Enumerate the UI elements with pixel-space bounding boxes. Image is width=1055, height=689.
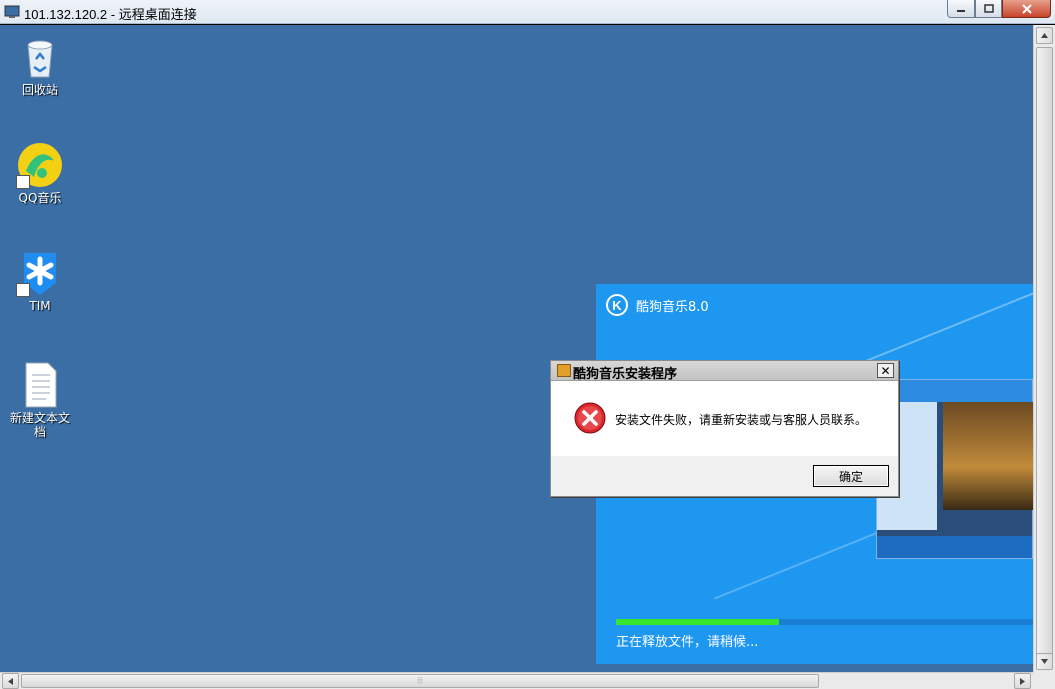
remote-desktop-titlebar[interactable]: 101.132.120.2 - 远程桌面连接: [0, 0, 1055, 24]
horizontal-scrollbar[interactable]: ⦙⦙⦙: [0, 672, 1055, 689]
error-dialog[interactable]: 酷狗音乐安装程序 ✕ 安装文件失败，请重新安装或与客服人员联系。 确定: [550, 360, 899, 497]
close-button[interactable]: [1002, 0, 1051, 18]
install-status-text: 正在释放文件，请稍候...: [616, 635, 759, 650]
text-document-icon: [16, 361, 64, 409]
tim-icon: [16, 249, 64, 297]
ok-button[interactable]: 确定: [813, 465, 889, 487]
install-progress-fill: [616, 619, 779, 625]
vertical-scroll-thumb[interactable]: [1036, 47, 1053, 665]
arrow-right-icon: [1020, 677, 1025, 685]
shortcut-arrow-icon: [16, 283, 30, 297]
scroll-up-button[interactable]: [1036, 27, 1053, 44]
install-progress-bar: [616, 619, 1033, 625]
dialog-close-button[interactable]: ✕: [877, 363, 894, 378]
app-preview-image: [876, 379, 1033, 559]
desktop-icon-label: 回收站: [21, 83, 58, 97]
vertical-scrollbar[interactable]: [1033, 25, 1055, 672]
desktop-icon-text-document[interactable]: 新建文本文档: [5, 361, 75, 439]
desktop-icon-recycle-bin[interactable]: 回收站: [5, 33, 75, 97]
error-icon: [574, 402, 606, 434]
remote-desktop-app-icon: [4, 5, 20, 18]
qq-music-icon: [16, 141, 64, 189]
installer-app-icon: [557, 364, 571, 377]
scroll-down-button[interactable]: [1036, 653, 1053, 670]
horizontal-scroll-thumb[interactable]: ⦙⦙⦙: [21, 674, 819, 688]
dialog-title: 酷狗音乐安装程序: [573, 367, 678, 382]
dialog-body: 安装文件失败，请重新安装或与客服人员联系。: [551, 381, 898, 456]
scroll-right-button[interactable]: [1014, 673, 1031, 689]
recycle-bin-icon: [16, 33, 64, 81]
maximize-icon: [983, 3, 994, 13]
desktop-icon-qq-music[interactable]: QQ音乐: [5, 141, 75, 205]
desktop-icon-label: TIM: [29, 299, 51, 313]
close-icon: [1021, 3, 1032, 14]
grip-icon: ⦙⦙⦙: [417, 676, 423, 685]
minimize-icon: [957, 9, 965, 12]
installer-title: 酷狗音乐8.0: [636, 300, 709, 315]
dialog-titlebar[interactable]: 酷狗音乐安装程序 ✕: [551, 361, 898, 382]
shortcut-arrow-icon: [16, 175, 30, 189]
dialog-message: 安装文件失败，请重新安装或与客服人员联系。: [615, 413, 868, 427]
desktop-icon-label: QQ音乐: [18, 191, 62, 205]
remote-desktop-surface[interactable]: 回收站 QQ音乐 TIM 新建文本文档 K 酷狗音乐8.0 正在释放文件，请稍候…: [0, 25, 1033, 672]
scrollbar-corner: [1033, 672, 1055, 689]
window-title: 101.132.120.2 - 远程桌面连接: [24, 7, 197, 22]
arrow-left-icon: [8, 677, 13, 685]
desktop-icon-tim[interactable]: TIM: [5, 249, 75, 313]
kugou-logo-icon: K: [606, 294, 628, 316]
arrow-up-icon: [1041, 33, 1048, 38]
arrow-down-icon: [1041, 659, 1048, 664]
minimize-button[interactable]: [947, 0, 975, 18]
maximize-button[interactable]: [975, 0, 1002, 18]
desktop-icon-label: 新建文本文档: [9, 411, 70, 439]
scroll-left-button[interactable]: [2, 673, 19, 689]
